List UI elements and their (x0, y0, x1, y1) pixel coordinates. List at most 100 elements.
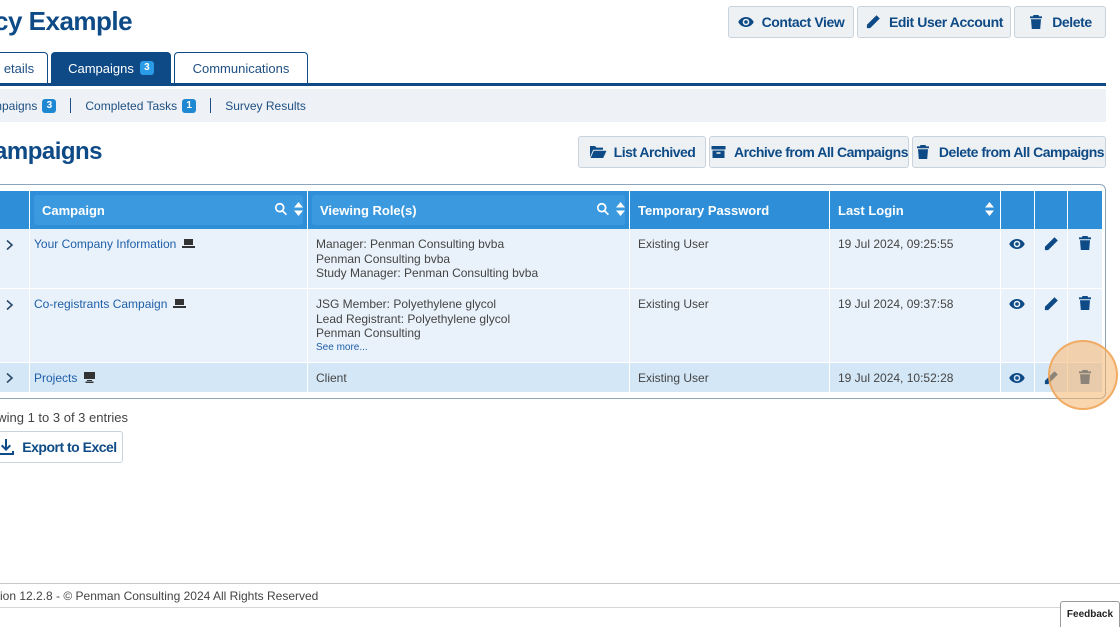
last-login-cell: 19 Jul 2024, 09:25:55 (829, 229, 1000, 288)
campaigns-table: Campaign Viewing Role(s) Temporary Passw… (0, 184, 1106, 399)
role-line: Client (316, 371, 347, 385)
delete-cell (1067, 363, 1102, 392)
last-login-column-header[interactable]: Last Login (829, 191, 1000, 229)
monitor-icon (83, 372, 95, 383)
footer-divider-bottom (0, 607, 1120, 608)
tab-details-label: etails (3, 60, 35, 76)
export-to-excel-button[interactable]: Export to Excel (0, 431, 123, 463)
folder-open-icon (589, 146, 607, 158)
campaigns-count-badge: 3 (139, 61, 154, 75)
subnav-survey-results[interactable]: Survey Results (211, 98, 320, 113)
view-cell (1000, 363, 1034, 392)
delete-label: Delete (1052, 14, 1092, 30)
subnav-campaigns-badge: 3 (42, 98, 57, 113)
chevron-right-icon[interactable] (3, 239, 15, 251)
campaign-link[interactable]: Your Company Information (34, 237, 176, 251)
search-icon[interactable] (274, 202, 288, 216)
laptop-icon (172, 299, 186, 308)
trash-icon[interactable] (1077, 235, 1093, 251)
list-archived-button[interactable]: List Archived (578, 136, 706, 168)
campaign-cell: Co-registrants Campaign (29, 289, 307, 362)
feedback-button[interactable]: Feedback (1060, 601, 1120, 627)
tab-communications[interactable]: Communications (174, 52, 308, 83)
section-title: ampaigns (0, 138, 103, 165)
subnav-completed-tasks[interactable]: Completed Tasks 1 (71, 98, 212, 113)
chevron-right-icon[interactable] (3, 299, 15, 311)
export-to-excel-label: Export to Excel (22, 439, 117, 455)
trash-icon (1030, 15, 1043, 29)
role-line: JSG Member: Polyethylene glycol (316, 297, 497, 311)
pencil-icon[interactable] (1043, 236, 1059, 252)
view-cell (1000, 229, 1034, 288)
edit-cell (1034, 289, 1067, 362)
contact-view-button[interactable]: Contact View (728, 6, 854, 38)
expand-cell[interactable] (0, 229, 29, 288)
role-line: Penman Consulting bvba (316, 251, 451, 266)
archive-icon (711, 146, 726, 158)
campaign-header-label: Campaign (42, 202, 105, 218)
tab-details[interactable]: etails (0, 52, 48, 83)
expand-cell[interactable] (0, 289, 29, 362)
edit-user-account-button[interactable]: Edit User Account (857, 6, 1011, 38)
chevron-right-icon[interactable] (3, 372, 15, 384)
viewing-roles-cell: JSG Member: Polyethylene glycol Lead Reg… (307, 289, 629, 362)
pencil-icon[interactable] (1043, 296, 1059, 312)
viewing-roles-column-header[interactable]: Viewing Role(s) (307, 191, 629, 229)
expand-cell[interactable] (0, 363, 29, 392)
sort-icon[interactable] (294, 202, 303, 216)
viewing-roles-cell: Manager: Penman Consulting bvba Penman C… (307, 229, 629, 288)
tab-campaigns[interactable]: Campaigns 3 (51, 52, 171, 83)
archive-all-button[interactable]: Archive from All Campaigns (709, 136, 909, 168)
search-icon[interactable] (596, 202, 610, 216)
eye-icon[interactable] (1009, 370, 1025, 386)
delete-cell (1067, 229, 1102, 288)
edit-column-header (1034, 191, 1067, 229)
temporary-password-header-label: Temporary Password (638, 202, 770, 218)
tab-bar: etails Campaigns 3 Communications (0, 52, 1106, 86)
edit-cell (1034, 229, 1067, 288)
see-more-link[interactable]: See more... (316, 341, 621, 356)
role-line: Lead Registrant: Polyethylene glycol (316, 311, 511, 326)
delete-column-header (1067, 191, 1102, 229)
campaign-column-header[interactable]: Campaign (29, 191, 307, 229)
eye-icon[interactable] (1009, 296, 1025, 312)
campaign-cell: Projects (29, 363, 307, 392)
trash-icon[interactable] (1077, 369, 1093, 385)
footer-copyright: sion 12.2.8 - © Penman Consulting 2024 A… (0, 589, 319, 603)
table-header: Campaign Viewing Role(s) Temporary Passw… (0, 191, 1102, 229)
campaign-cell: Your Company Information (29, 229, 307, 288)
subnav-completed-tasks-label: Completed Tasks (85, 98, 178, 113)
pencil-icon[interactable] (1043, 370, 1059, 386)
campaign-link[interactable]: Projects (34, 371, 77, 385)
temporary-password-cell: Existing User (629, 289, 829, 362)
view-cell (1000, 289, 1034, 362)
subnav-campaigns[interactable]: mpaigns 3 (0, 98, 72, 113)
last-login-cell: 19 Jul 2024, 10:52:28 (829, 363, 1000, 392)
viewing-roles-cell: Client (307, 363, 629, 392)
subnav-completed-tasks-badge: 1 (182, 98, 197, 113)
temporary-password-cell: Existing User (629, 229, 829, 288)
trash-icon[interactable] (1077, 295, 1093, 311)
eye-icon (737, 17, 754, 27)
download-icon (0, 439, 15, 455)
viewing-roles-header-label: Viewing Role(s) (320, 202, 417, 218)
role-line: Manager: Penman Consulting bvba (316, 237, 505, 251)
page-title: cy Example (0, 6, 133, 36)
temporary-password-column-header: Temporary Password (629, 191, 829, 229)
delete-button[interactable]: Delete (1014, 6, 1106, 38)
sort-icon[interactable] (616, 202, 625, 216)
subnav-survey-results-label: Survey Results (225, 98, 306, 113)
eye-icon[interactable] (1009, 236, 1025, 252)
role-line: Penman Consulting (316, 326, 421, 340)
sort-icon[interactable] (985, 202, 994, 216)
last-login-header-label: Last Login (838, 202, 904, 218)
delete-all-button[interactable]: Delete from All Campaigns (912, 136, 1106, 168)
last-login-cell: 19 Jul 2024, 09:37:58 (829, 289, 1000, 362)
table-row: Your Company Information Manager: Penman… (0, 229, 1102, 289)
campaign-link[interactable]: Co-registrants Campaign (34, 297, 167, 311)
temporary-password-cell: Existing User (629, 363, 829, 392)
subnav-campaigns-label: mpaigns (0, 98, 38, 113)
pencil-icon (866, 15, 880, 29)
entries-info: owing 1 to 3 of 3 entries (0, 410, 129, 425)
list-archived-label: List Archived (613, 144, 696, 160)
